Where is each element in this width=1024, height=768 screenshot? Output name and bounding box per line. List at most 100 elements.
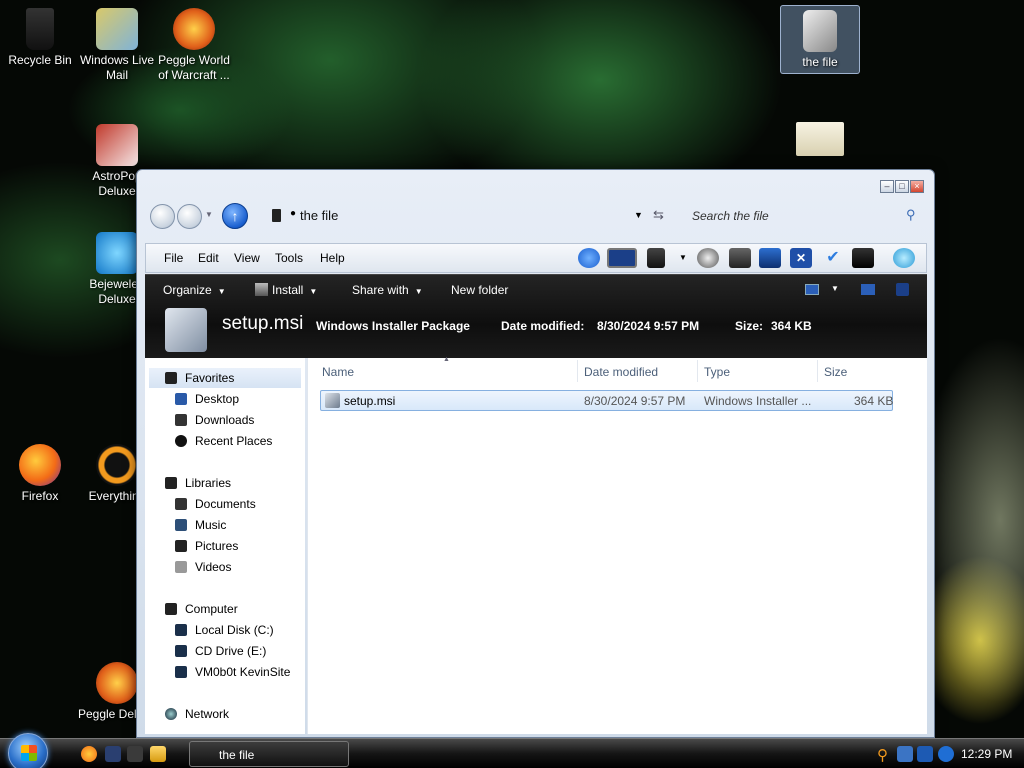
nav-favorites[interactable]: Favorites (165, 371, 234, 385)
column-header-date-modified[interactable]: Date modified (584, 365, 658, 379)
maximize-button[interactable]: □ (895, 180, 909, 193)
msi-file-icon (325, 393, 340, 408)
delete-icon[interactable]: ✕ (790, 248, 812, 268)
details-size-label: Size: (735, 319, 764, 333)
nav-desktop[interactable]: Desktop (175, 392, 239, 406)
nav-pictures[interactable]: Pictures (175, 539, 238, 553)
clock[interactable]: 12:29 PM (961, 747, 1012, 761)
nav-cd-drive[interactable]: CD Drive (E:) (175, 644, 266, 658)
videos-icon (175, 561, 187, 573)
column-divider[interactable] (697, 360, 698, 382)
share-with-button[interactable]: Share with ▼ (352, 283, 423, 297)
firefox-quicklaunch-icon[interactable] (81, 746, 97, 762)
nav-label: Libraries (185, 476, 232, 490)
menu-view[interactable]: View (234, 251, 260, 265)
cd-drive-icon (175, 645, 187, 657)
desktop-icon-recycle-bin[interactable]: Recycle Bin (0, 8, 80, 68)
nav-downloads[interactable]: Downloads (175, 413, 254, 427)
refresh-icon[interactable]: ⇆ (653, 207, 664, 223)
nav-label: Downloads (195, 413, 255, 427)
desktop-icon-label: Firefox (21, 489, 59, 503)
media-quicklaunch-icon[interactable] (105, 746, 121, 762)
nav-libraries[interactable]: Libraries (165, 476, 231, 490)
window-controls: – □ × (880, 180, 924, 193)
nav-label: Documents (195, 497, 256, 511)
nav-network[interactable]: Network (165, 707, 229, 721)
column-header-size[interactable]: Size (824, 365, 847, 379)
nav-local-disk[interactable]: Local Disk (C:) (175, 623, 274, 637)
hard-drive-icon (175, 624, 187, 636)
chevron-down-icon[interactable]: ▼ (679, 253, 687, 262)
change-view-icon[interactable] (805, 284, 819, 295)
burn-icon[interactable] (697, 248, 719, 268)
astropop-icon (96, 124, 138, 166)
nav-computer[interactable]: Computer (165, 602, 238, 616)
new-folder-button[interactable]: New folder (451, 283, 508, 297)
nav-music[interactable]: Music (175, 518, 226, 532)
desktop-icon-firefox[interactable]: Firefox (0, 444, 80, 504)
menu-tools[interactable]: Tools (275, 251, 303, 265)
nav-network-drive[interactable]: VM0b0t KevinSite (175, 665, 290, 679)
help-icon[interactable] (896, 283, 909, 296)
column-header-name[interactable]: Name (322, 365, 354, 379)
breadcrumb[interactable]: the file (300, 208, 338, 223)
column-divider[interactable] (577, 360, 578, 382)
table-row[interactable]: setup.msi 8/30/2024 9:57 PM Windows Inst… (320, 390, 893, 411)
show-desktop-icon[interactable] (127, 746, 143, 762)
menu-edit[interactable]: Edit (198, 251, 219, 265)
start-button[interactable] (8, 733, 48, 768)
details-date-label: Date modified: (501, 319, 585, 333)
network-tray-icon[interactable] (897, 746, 913, 762)
forward-button[interactable] (177, 204, 202, 229)
desktop-icon (175, 393, 187, 405)
chevron-down-icon[interactable]: ▼ (831, 284, 839, 293)
install-button[interactable]: Install ▼ (255, 283, 317, 297)
chevron-down-icon[interactable]: ▼ (205, 210, 213, 219)
copy-icon[interactable] (729, 248, 751, 268)
desktop-icon-certificate[interactable] (780, 122, 860, 159)
taskbar-button-the-file[interactable]: the file (189, 741, 349, 767)
minimize-button[interactable]: – (880, 180, 894, 193)
view-pane-icon[interactable] (607, 248, 637, 268)
file-name-cell: setup.msi (344, 394, 396, 408)
breadcrumb-separator-icon[interactable]: ● (290, 208, 296, 219)
nav-videos[interactable]: Videos (175, 560, 231, 574)
bejeweled-icon (96, 232, 138, 274)
display-tray-icon[interactable] (917, 746, 933, 762)
address-bar: ▼ ↑ ● the file ▼ ⇆ Search the file ⚲ (149, 200, 925, 234)
properties-icon[interactable] (647, 248, 665, 268)
nav-label: Computer (185, 602, 238, 616)
column-header-type[interactable]: Type (704, 365, 730, 379)
preview-pane-icon[interactable] (861, 284, 875, 295)
globe-icon[interactable] (893, 248, 915, 268)
switch-windows-icon[interactable] (150, 746, 166, 762)
desktop-icon-windows-live-mail[interactable]: Windows Live Mail (77, 8, 157, 83)
back-button[interactable] (150, 204, 175, 229)
taskbar: the file ⚲ 12:29 PM (0, 733, 1024, 768)
search-input[interactable]: Search the file (692, 209, 769, 223)
nav-label: VM0b0t KevinSite (195, 665, 291, 679)
close-button[interactable]: × (910, 180, 924, 193)
nav-documents[interactable]: Documents (175, 497, 256, 511)
drive-icon[interactable] (852, 248, 874, 268)
up-button[interactable]: ↑ (222, 203, 248, 229)
desktop-icon-the-file[interactable]: the file (780, 5, 860, 74)
address-dropdown-icon[interactable]: ▼ (634, 210, 643, 220)
bluetooth-tray-icon[interactable] (938, 746, 954, 762)
nav-recent-places[interactable]: Recent Places (175, 434, 272, 448)
network-drive-icon (175, 666, 187, 678)
firefox-icon (19, 444, 61, 486)
checkmark-icon[interactable]: ✔ (822, 248, 844, 268)
desktop-icon-peggle-wow[interactable]: Peggle World of Warcraft ... (154, 8, 234, 83)
organize-button[interactable]: Organize ▼ (163, 283, 226, 297)
recycle-bin-icon (26, 8, 54, 50)
peggle-icon (173, 8, 215, 50)
menu-file[interactable]: File (164, 251, 183, 265)
column-divider[interactable] (817, 360, 818, 382)
paste-icon[interactable] (759, 248, 781, 268)
search-icon[interactable]: ⚲ (906, 207, 916, 223)
up-arrow-icon[interactable] (578, 248, 600, 268)
details-file-type: Windows Installer Package (316, 319, 470, 333)
search-tray-icon[interactable]: ⚲ (877, 746, 893, 764)
menu-help[interactable]: Help (320, 251, 345, 265)
